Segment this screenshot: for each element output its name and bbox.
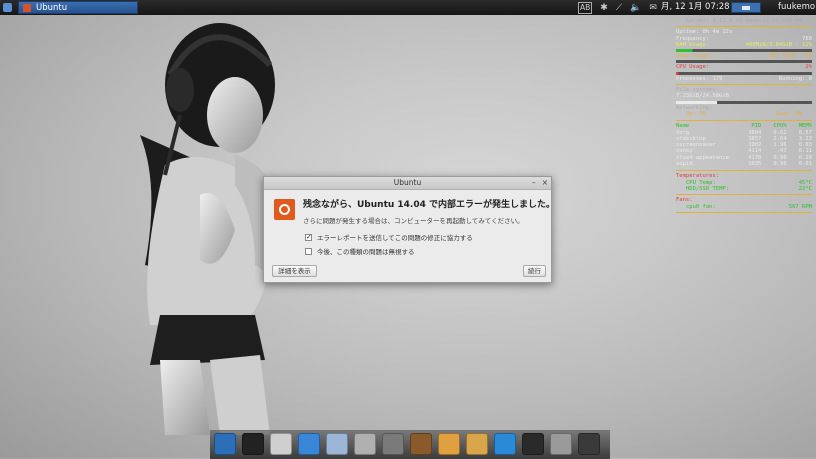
divider bbox=[676, 84, 812, 86]
image-viewer-icon[interactable] bbox=[326, 433, 348, 455]
fan-value: 567 RPM bbox=[788, 203, 812, 210]
processes-label: Processes: bbox=[676, 75, 710, 82]
file-manager-icon[interactable] bbox=[270, 433, 292, 455]
fs-bar bbox=[676, 100, 812, 104]
fs-value: 7.23GiB/24.58GiB bbox=[676, 93, 729, 100]
close-icon[interactable]: × bbox=[542, 177, 548, 189]
applications-menu-icon bbox=[3, 3, 12, 12]
window-app-icon bbox=[23, 3, 31, 12]
process-cpu: 0.90 bbox=[773, 161, 787, 168]
process-pid: 1035 bbox=[748, 161, 762, 168]
folder-icon[interactable] bbox=[466, 433, 488, 455]
process-mem: 0.01 bbox=[798, 161, 812, 168]
xfce-settings-icon[interactable] bbox=[214, 433, 236, 455]
hdd-temp-label: HDD/SSD TEMP: bbox=[686, 185, 730, 192]
send-report-checkbox[interactable]: ✓ エラーレポートを送信してこの問題の修正に協力する bbox=[305, 232, 473, 242]
taskbar-window-title: Ubuntu bbox=[36, 2, 68, 13]
cpu-label: CPU Usage: bbox=[676, 64, 710, 71]
paint-icon[interactable] bbox=[438, 433, 460, 455]
browser-icon[interactable] bbox=[298, 433, 320, 455]
swap-bar bbox=[676, 60, 812, 64]
uptime-value: 0h 4m 12s bbox=[702, 29, 733, 36]
net-down-label: Down: bbox=[775, 110, 793, 117]
workspace-icon bbox=[742, 5, 750, 10]
workspace-switcher[interactable] bbox=[731, 2, 761, 13]
search-icon[interactable] bbox=[382, 433, 404, 455]
swap-value: 0B/ 4GiB - 0% bbox=[768, 53, 812, 60]
cpu-bar bbox=[676, 71, 812, 75]
checkbox-empty-icon bbox=[305, 247, 312, 255]
fan-label: cpu0 fan: bbox=[686, 203, 716, 210]
hdd-temp-value: 22°C bbox=[798, 185, 812, 192]
speaker-icon[interactable] bbox=[410, 433, 432, 455]
ignore-problem-checkbox[interactable]: 今後、この種類の問題は無視する bbox=[305, 246, 415, 256]
volume-icon[interactable]: 🔈 bbox=[630, 3, 641, 13]
ram-bar bbox=[676, 49, 812, 53]
dialog-titlebar[interactable]: Ubuntu – × bbox=[264, 177, 551, 190]
system-monitor: Kernel: 3.13.0-43-generic on x86_64 Upti… bbox=[676, 18, 812, 215]
uptime-label: Uptime: bbox=[676, 29, 700, 36]
bluetooth-icon[interactable]: ✱ bbox=[600, 3, 608, 13]
mail-icon[interactable]: ✉ bbox=[649, 3, 657, 13]
keyboard-layout-indicator[interactable]: AB bbox=[578, 1, 593, 14]
cpu-value: 2% bbox=[805, 64, 812, 71]
divider bbox=[676, 194, 812, 196]
divider bbox=[676, 211, 812, 213]
network-icon[interactable]: ⟋ bbox=[616, 3, 622, 13]
divider bbox=[676, 170, 812, 172]
running-label: Running: bbox=[778, 75, 806, 82]
running-value: 0 bbox=[808, 75, 812, 82]
net-up-label: Up: bbox=[686, 110, 696, 117]
terminal-icon[interactable] bbox=[242, 433, 264, 455]
dialog-subtext: さらに問題が発生する場合は、コンピューターを再起動してみてください。 bbox=[303, 217, 524, 225]
clock[interactable]: 月, 12 1月 07:28 bbox=[661, 1, 730, 14]
net-up-value: 0B bbox=[699, 110, 706, 117]
mixer-icon[interactable] bbox=[354, 433, 376, 455]
clock-icon[interactable] bbox=[522, 433, 544, 455]
power-icon[interactable] bbox=[578, 433, 600, 455]
send-report-label: エラーレポートを送信してこの問題の修正に協力する bbox=[317, 234, 473, 242]
ubuntu-logo-icon bbox=[274, 199, 295, 220]
continue-button[interactable]: 続行 bbox=[523, 265, 546, 277]
show-details-button[interactable]: 詳細を表示 bbox=[272, 265, 317, 277]
process-name: acpid bbox=[676, 161, 693, 168]
user-menu[interactable]: fuukemo bbox=[778, 1, 815, 14]
dialog-title: Ubuntu bbox=[393, 178, 422, 187]
trash-icon[interactable] bbox=[550, 433, 572, 455]
dialog-heading: 残念ながら、Ubuntu 14.04 で内部エラーが発生しました。 bbox=[303, 200, 556, 210]
net-down-value: 0B bbox=[795, 110, 802, 117]
error-dialog: Ubuntu – × 残念ながら、Ubuntu 14.04 で内部エラーが発生し… bbox=[263, 176, 556, 283]
divider bbox=[676, 26, 812, 28]
kernel-info: Kernel: 3.13.0-43-generic on x86_64 bbox=[686, 18, 802, 24]
ram-value: 460MiB/3.64GiB - 12% bbox=[745, 41, 812, 48]
checkmark-icon: ✓ bbox=[305, 232, 312, 241]
process-row: acpid 1035 0.90 0.01 bbox=[676, 161, 812, 167]
taskbar-window-button[interactable]: Ubuntu bbox=[18, 1, 138, 14]
ram-label: RAM Usage: bbox=[676, 41, 710, 48]
tray: AB ✱ ⟋ 🔈 ✉ bbox=[578, 1, 657, 14]
minimize-icon[interactable]: – bbox=[532, 177, 536, 189]
swap-label: Swap Usage: bbox=[676, 53, 713, 60]
applications-menu-button[interactable] bbox=[0, 0, 15, 15]
processes-value: 179 bbox=[712, 75, 723, 82]
divider bbox=[676, 120, 812, 122]
ignore-problem-label: 今後、この種類の問題は無視する bbox=[317, 248, 415, 256]
update-icon[interactable] bbox=[494, 433, 516, 455]
